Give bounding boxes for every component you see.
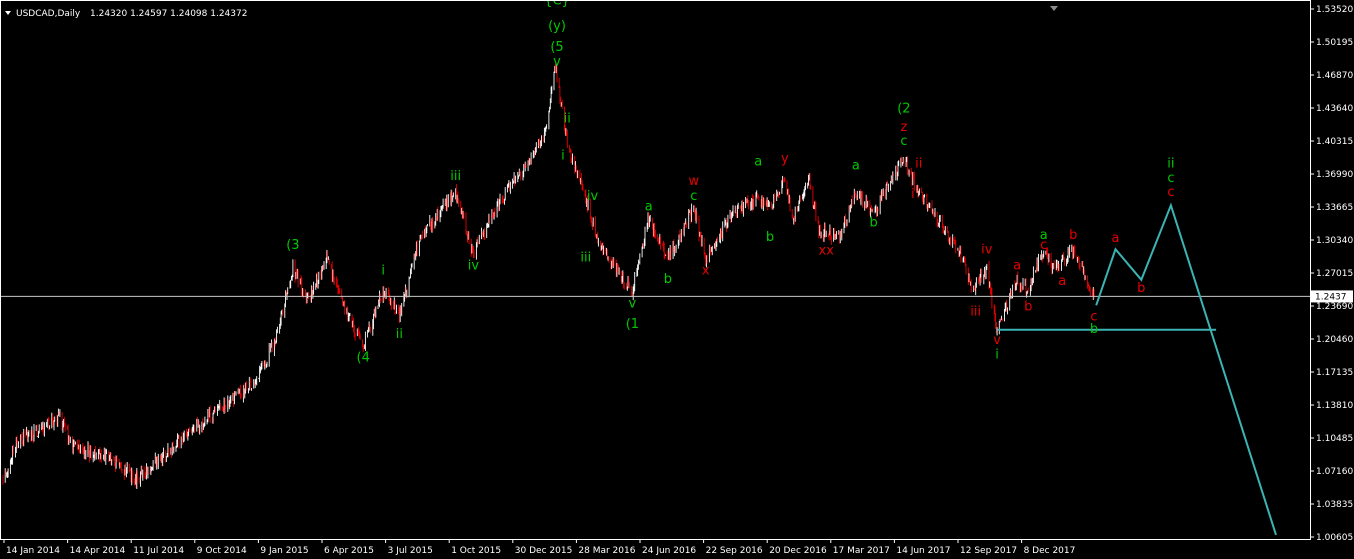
wave-label: a xyxy=(1013,259,1021,274)
current-price-label: 1.2437 xyxy=(1315,292,1347,302)
wave-label: (y) xyxy=(548,19,566,34)
wave-label: a xyxy=(852,159,860,174)
y-tick-label: 1.46870 xyxy=(1316,71,1353,81)
y-tick-label: 1.17135 xyxy=(1316,368,1353,378)
x-tick-label: 11 Jul 2014 xyxy=(133,546,184,556)
wave-label: i xyxy=(381,264,385,279)
y-tick-label: 1.20460 xyxy=(1316,335,1353,345)
wave-label: ii xyxy=(564,112,571,127)
wave-label: (3 xyxy=(286,238,299,253)
wave-label: (2 xyxy=(897,101,910,116)
wave-label: (4 xyxy=(357,350,370,365)
wave-label: x xyxy=(702,264,710,279)
wave-label: c xyxy=(690,189,697,204)
x-tick-label: 17 Mar 2017 xyxy=(833,546,890,556)
wave-label: w xyxy=(688,174,699,189)
wave-label: b xyxy=(766,230,774,245)
y-tick-label: 1.53520 xyxy=(1316,5,1353,15)
wave-label: ii xyxy=(1167,157,1174,172)
wave-label: c xyxy=(1167,171,1174,186)
wave-label: b xyxy=(1090,322,1098,337)
y-tick-label: 1.36990 xyxy=(1316,170,1353,180)
wave-label: b xyxy=(1024,299,1032,314)
chart-ohlc: 1.24320 1.24597 1.24098 1.24372 xyxy=(90,9,247,19)
chart-symbol: USDCAD,Daily xyxy=(16,9,81,19)
y-tick-label: 1.03835 xyxy=(1316,500,1353,510)
x-tick-label: 9 Jan 2015 xyxy=(260,546,308,556)
x-tick-label: 30 Dec 2015 xyxy=(515,546,573,556)
y-tick-label: 1.43640 xyxy=(1316,104,1353,114)
wave-label: c xyxy=(900,134,907,149)
y-tick-label: 1.40315 xyxy=(1316,137,1353,147)
y-tick-label: 1.30340 xyxy=(1316,236,1353,246)
x-tick-label: 14 Jun 2017 xyxy=(896,546,950,556)
wave-label: y xyxy=(781,151,789,166)
wave-label: c xyxy=(1040,238,1047,253)
wave-label: iv xyxy=(468,259,480,274)
chart-header: USDCAD,Daily 1.24320 1.24597 1.24098 1.2… xyxy=(5,9,247,19)
y-tick-label: 1.13810 xyxy=(1316,401,1353,411)
wave-label: iii xyxy=(970,305,981,320)
wave-label: a xyxy=(754,155,762,170)
wave-label: ii xyxy=(396,327,403,342)
x-tick-label: 14 Apr 2014 xyxy=(70,546,126,556)
x-tick-label: 22 Sep 2016 xyxy=(706,546,763,556)
wave-label: a xyxy=(645,199,653,214)
x-tick-label: 6 Apr 2015 xyxy=(324,546,374,556)
wave-label: b xyxy=(869,216,877,231)
wave-label: (1 xyxy=(626,317,639,332)
y-tick-label: 1.23690 xyxy=(1316,302,1353,312)
y-tick-label: 1.50195 xyxy=(1316,38,1353,48)
wave-label: i xyxy=(995,347,999,362)
wave-label: z xyxy=(900,120,907,135)
wave-label: iv xyxy=(587,189,599,204)
wave-label: iii xyxy=(580,250,591,265)
x-tick-label: 8 Dec 2017 xyxy=(1024,546,1076,556)
wave-label: i xyxy=(911,187,915,202)
x-tick-label: 28 Mar 2016 xyxy=(578,546,635,556)
wave-label: b xyxy=(664,272,672,287)
wave-label: a xyxy=(1058,274,1066,289)
x-tick-label: 12 Sep 2017 xyxy=(960,546,1017,556)
x-tick-label: 14 Jan 2014 xyxy=(6,546,60,556)
chart-background xyxy=(0,0,1354,559)
wave-label: i xyxy=(561,148,565,163)
wave-label: {C} xyxy=(544,0,570,8)
x-tick-label: 1 Oct 2015 xyxy=(451,546,501,556)
x-tick-label: 24 Jun 2016 xyxy=(642,546,696,556)
wave-label: v xyxy=(993,333,1001,348)
y-tick-label: 1.10485 xyxy=(1316,434,1353,444)
wave-label: v xyxy=(629,296,637,311)
x-tick-label: 20 Dec 2016 xyxy=(769,546,827,556)
wave-label: a xyxy=(1112,231,1120,246)
wave-label: ii xyxy=(915,157,922,172)
wave-label: c xyxy=(1167,185,1174,200)
wave-label: xx xyxy=(819,243,835,258)
wave-label: v xyxy=(553,55,561,70)
wave-label: b xyxy=(1069,228,1077,243)
wave-label: (5 xyxy=(550,40,563,55)
wave-label: b xyxy=(1137,281,1145,296)
y-tick-label: 1.07160 xyxy=(1316,467,1353,477)
price-chart[interactable]: {C}(y)(5v(3(4iiiiiiiviiiiviiiv(1abcwxaby… xyxy=(0,0,1354,559)
y-tick-label: 1.27015 xyxy=(1316,269,1353,279)
wave-label: iv xyxy=(981,242,993,257)
y-tick-label: 1.00605 xyxy=(1316,533,1353,543)
wave-label: iii xyxy=(450,169,461,184)
x-tick-label: 3 Jul 2015 xyxy=(388,546,433,556)
y-tick-label: 1.33665 xyxy=(1316,203,1353,213)
x-tick-label: 9 Oct 2014 xyxy=(197,546,247,556)
